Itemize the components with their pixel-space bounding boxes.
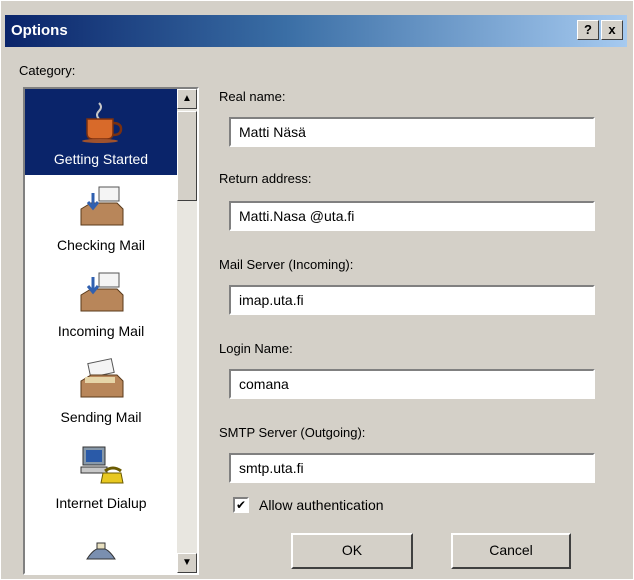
category-item-label: Incoming Mail bbox=[57, 323, 145, 339]
category-item-partial[interactable] bbox=[25, 519, 177, 573]
scroll-up-button[interactable]: ▲ bbox=[177, 89, 197, 109]
smtp-server-field[interactable]: smtp.uta.fi bbox=[229, 453, 595, 483]
category-item-incoming-mail[interactable]: Incoming Mail bbox=[25, 261, 177, 347]
help-button[interactable]: ? bbox=[577, 20, 599, 40]
allow-authentication-checkbox[interactable]: ✔ bbox=[233, 497, 249, 513]
allow-authentication-label: Allow authentication bbox=[259, 497, 384, 513]
coffee-cup-icon bbox=[82, 102, 123, 143]
category-list[interactable]: Getting Started Checking Mail Incoming M… bbox=[23, 87, 199, 575]
category-scrollbar[interactable]: ▲ ▼ bbox=[177, 89, 197, 573]
computer-phone-icon bbox=[80, 446, 124, 484]
login-name-label: Login Name: bbox=[219, 341, 293, 356]
smtp-server-label: SMTP Server (Outgoing): bbox=[219, 425, 366, 440]
partial-category-icon bbox=[86, 542, 116, 560]
category-item-sending-mail[interactable]: Sending Mail bbox=[25, 347, 177, 433]
scroll-thumb[interactable] bbox=[177, 111, 197, 201]
outbox-tray-icon bbox=[80, 358, 124, 398]
category-item-label: Sending Mail bbox=[60, 409, 142, 425]
window-title: Options bbox=[11, 22, 68, 39]
category-item-label: Getting Started bbox=[53, 151, 149, 167]
login-name-field[interactable]: comana bbox=[229, 369, 595, 399]
category-label: Category: bbox=[19, 63, 76, 78]
incoming-mail-icon bbox=[80, 272, 124, 312]
category-item-label: Checking Mail bbox=[57, 237, 145, 253]
real-name-field[interactable]: Matti Näsä bbox=[229, 117, 595, 147]
inbox-tray-icon bbox=[80, 186, 124, 226]
category-item-getting-started[interactable]: Getting Started bbox=[25, 89, 177, 175]
cancel-button[interactable]: Cancel bbox=[451, 533, 571, 569]
close-button[interactable]: x bbox=[601, 20, 623, 40]
mail-server-field[interactable]: imap.uta.fi bbox=[229, 285, 595, 315]
category-item-internet-dialup[interactable]: Internet Dialup bbox=[25, 433, 177, 519]
category-item-checking-mail[interactable]: Checking Mail bbox=[25, 175, 177, 261]
return-address-label: Return address: bbox=[219, 171, 312, 186]
ok-button[interactable]: OK bbox=[291, 533, 413, 569]
title-bar[interactable]: Options ? x bbox=[5, 15, 627, 47]
scroll-down-button[interactable]: ▼ bbox=[177, 553, 197, 573]
category-item-label: Internet Dialup bbox=[55, 495, 147, 511]
mail-server-label: Mail Server (Incoming): bbox=[219, 257, 354, 272]
return-address-field[interactable]: Matti.Nasa @uta.fi bbox=[229, 201, 595, 231]
options-dialog: Options ? x Category: Getting Started Ch… bbox=[0, 0, 634, 580]
real-name-label: Real name: bbox=[219, 89, 286, 104]
